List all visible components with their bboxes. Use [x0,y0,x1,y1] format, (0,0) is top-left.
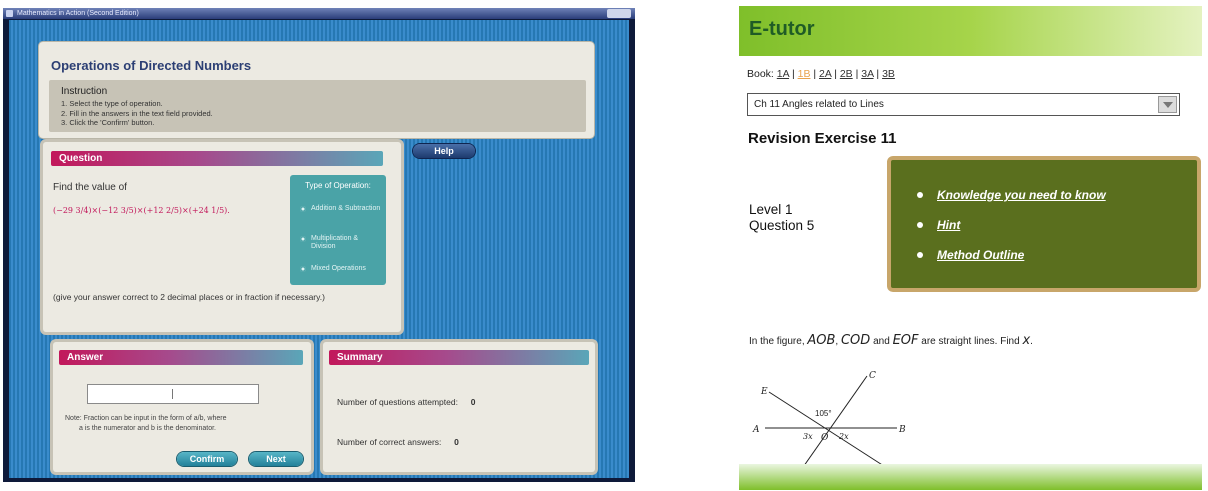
question-note: (give your answer correct to 2 decimal p… [53,292,325,302]
app-canvas: Operations of Directed Numbers Instructi… [9,20,629,478]
book-link-1a[interactable]: 1A [777,68,789,80]
bullet-icon [917,252,923,258]
summary-header: Summary [329,350,589,365]
problem-text: . [1030,336,1033,347]
answer-panel: Answer Note: Fraction can be input in th… [53,342,311,472]
operation-option-label: Multiplication & Division [311,235,359,250]
question-prompt: Find the value of [53,182,127,193]
angle-label-top: 105° [815,409,832,418]
math-term: x [1022,333,1031,348]
book-link-3b[interactable]: 3B [882,68,895,80]
next-button[interactable]: Next [249,452,303,466]
bullet-icon [917,192,923,198]
method-outline-link-label: Method Outline [937,248,1025,262]
problem-text: In the figure, [749,336,805,347]
chapter-dropdown[interactable]: Ch 11 Angles related to Lines [747,93,1180,116]
knowledge-link-label: Knowledge you need to know [937,188,1106,202]
instruction-step: 2. Fill in the answers in the text field… [61,108,213,118]
line-ef [768,391,888,469]
operation-type-box: Type of Operation: Addition & Subtractio… [290,175,386,285]
book-link-3a[interactable]: 3A [861,68,873,80]
etutor-footer [739,464,1202,490]
question-expression: (−29 3/4)×(−12 3/5)×(+12 2/5)×(+24 1/5). [53,206,230,215]
answer-note: a is the numerator and b is the denomina… [79,425,216,432]
confirm-button[interactable]: Confirm [177,452,237,466]
summary-panel: Summary Number of questions attempted: 0… [323,342,595,472]
left-screenshot: Mathematics in Action (Second Edition) O… [3,8,635,482]
label-e: E [760,387,768,397]
header-panel: Operations of Directed Numbers Instructi… [39,42,594,138]
text-caret [172,389,173,399]
instruction-step: 1. Select the type of operation. [61,99,163,108]
help-button[interactable]: Help [413,144,475,158]
label-c: C [869,371,876,381]
bullet-icon [917,222,923,228]
window-title: Mathematics in Action (Second Edition) [17,10,139,17]
level-label: Level 1 [749,202,793,217]
instruction-list: 1. Select the type of operation. 2. Fill… [61,99,213,128]
help-links-box: Knowledge you need to know Hint Method O… [887,156,1201,292]
hint-link-label: Hint [937,218,961,232]
angle-label-left: 3x [803,432,813,441]
operation-type-title: Type of Operation: [305,181,371,190]
problem-text: and [873,336,890,347]
problem-text: are straight lines. Find [921,336,1020,347]
summary-attempted: Number of questions attempted: 0 [337,397,475,407]
chevron-down-icon[interactable] [1158,96,1177,113]
radio-icon[interactable] [300,236,306,242]
etutor-header: E-tutor [739,6,1202,56]
radio-icon[interactable] [300,206,306,212]
book-link-1b[interactable]: 1B [798,68,811,80]
hint-link[interactable]: Hint [917,218,961,232]
operation-option-label: Mixed Operations [311,265,366,272]
exercise-title: Revision Exercise 11 [748,130,897,147]
math-term: AOB [807,333,836,348]
instruction-heading: Instruction [61,86,108,97]
answer-header: Answer [59,350,303,365]
problem-text: , [835,336,839,347]
book-link-2a[interactable]: 2A [819,68,831,80]
label-b: B [898,425,906,435]
answer-input[interactable] [87,384,259,404]
summary-correct: Number of correct answers: 0 [337,437,459,447]
instruction-box: Instruction 1. Select the type of operat… [49,80,586,132]
window-titlebar: Mathematics in Action (Second Edition) [3,8,635,19]
question-panel: Question Find the value of (−29 3/4)×(−1… [43,142,401,332]
knowledge-link[interactable]: Knowledge you need to know [917,188,1106,202]
radio-icon[interactable] [300,266,306,272]
method-outline-link[interactable]: Method Outline [917,248,1025,262]
label-o: O [821,433,829,443]
summary-attempted-value: 0 [470,397,476,407]
question-number: Question 5 [749,218,815,233]
chapter-selected-value: Ch 11 Angles related to Lines [754,99,884,110]
etutor-title: E-tutor [749,18,815,40]
answer-note: Note: Fraction can be input in the form … [65,415,227,422]
window-controls[interactable] [607,9,631,18]
book-label: Book: [747,68,774,80]
math-term: EOF [892,333,919,348]
instruction-step: 3. Click the 'Confirm' button. [61,118,155,127]
summary-attempted-label: Number of questions attempted: [337,397,458,407]
right-screenshot: E-tutor Book: 1A | 1B | 2A | 2B | 3A | 3… [739,6,1202,490]
math-term: COD [840,333,871,348]
summary-correct-value: 0 [454,437,459,447]
angle-label-right: 2x [838,432,849,441]
page-title: Operations of Directed Numbers [51,58,252,73]
question-header: Question [51,151,383,166]
summary-correct-label: Number of correct answers: [337,437,442,447]
book-selector: Book: 1A | 1B | 2A | 2B | 3A | 3B [747,68,895,80]
operation-option-label: Addition & Subtraction [311,205,381,212]
book-link-2b[interactable]: 2B [840,68,853,80]
problem-statement: In the figure, AOB, COD and EOF are stra… [749,333,1033,348]
label-a: A [752,425,760,435]
system-menu-icon[interactable] [6,10,13,17]
